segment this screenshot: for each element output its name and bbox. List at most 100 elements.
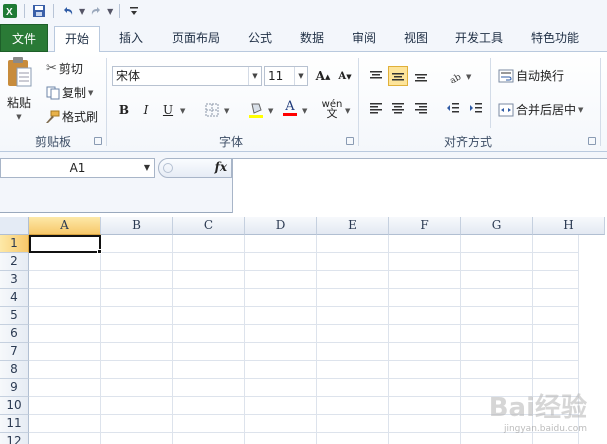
cell-a8[interactable]	[29, 361, 101, 379]
cell-b3[interactable]	[101, 271, 173, 289]
cell-b2[interactable]	[101, 253, 173, 271]
cell-e9[interactable]	[317, 379, 389, 397]
tab-formulas[interactable]: 公式	[237, 26, 283, 52]
font-size-dropdown-icon[interactable]: ▼	[294, 67, 307, 85]
cell-e4[interactable]	[317, 289, 389, 307]
cell-g3[interactable]	[461, 271, 533, 289]
cell-d6[interactable]	[245, 325, 317, 343]
cell-d10[interactable]	[245, 397, 317, 415]
align-center-icon[interactable]	[388, 98, 408, 118]
redo-dropdown-icon[interactable]: ▼	[107, 7, 113, 16]
cell-h3[interactable]	[533, 271, 579, 289]
cell-d12[interactable]	[245, 433, 317, 444]
cell-g6[interactable]	[461, 325, 533, 343]
tab-data[interactable]: 数据	[289, 26, 335, 52]
row-header-11[interactable]: 11	[0, 415, 29, 433]
phonetic-dropdown-icon[interactable]: ▼	[345, 107, 350, 115]
cell-a11[interactable]	[29, 415, 101, 433]
cell-f10[interactable]	[389, 397, 461, 415]
cell-g5[interactable]	[461, 307, 533, 325]
fill-color-icon[interactable]	[246, 100, 266, 120]
column-header-b[interactable]: B	[101, 217, 173, 235]
cell-e1[interactable]	[317, 235, 389, 253]
font-color-dropdown-icon[interactable]: ▼	[302, 107, 307, 115]
name-box[interactable]: A1 ▼	[0, 158, 155, 178]
align-top-icon[interactable]	[366, 66, 386, 86]
cell-c12[interactable]	[173, 433, 245, 444]
undo-dropdown-icon[interactable]: ▼	[79, 7, 85, 16]
tab-page-layout[interactable]: 页面布局	[164, 26, 228, 52]
cell-h2[interactable]	[533, 253, 579, 271]
cell-e2[interactable]	[317, 253, 389, 271]
cell-c5[interactable]	[173, 307, 245, 325]
cell-h7[interactable]	[533, 343, 579, 361]
active-cell-outline[interactable]	[29, 235, 101, 253]
cell-d7[interactable]	[245, 343, 317, 361]
cell-b6[interactable]	[101, 325, 173, 343]
increase-indent-icon[interactable]	[466, 98, 486, 118]
cell-d2[interactable]	[245, 253, 317, 271]
orientation-icon[interactable]: ab	[446, 66, 466, 86]
paste-button[interactable]: 粘贴 ▼	[4, 56, 34, 121]
cell-d9[interactable]	[245, 379, 317, 397]
clipboard-launcher-icon[interactable]	[94, 137, 102, 145]
cell-e8[interactable]	[317, 361, 389, 379]
cell-e11[interactable]	[317, 415, 389, 433]
row-header-4[interactable]: 4	[0, 289, 29, 307]
cell-g12[interactable]	[461, 433, 533, 444]
formula-input[interactable]	[232, 158, 607, 213]
align-middle-icon[interactable]	[388, 66, 408, 86]
column-header-c[interactable]: C	[173, 217, 245, 235]
cell-a12[interactable]	[29, 433, 101, 444]
row-header-6[interactable]: 6	[0, 325, 29, 343]
cell-f6[interactable]	[389, 325, 461, 343]
redo-icon[interactable]	[88, 3, 104, 19]
cell-d3[interactable]	[245, 271, 317, 289]
row-header-1[interactable]: 1	[0, 235, 29, 253]
save-icon[interactable]	[31, 3, 47, 19]
cell-c10[interactable]	[173, 397, 245, 415]
cell-b11[interactable]	[101, 415, 173, 433]
tab-home[interactable]: 开始	[54, 26, 100, 53]
border-dropdown-icon[interactable]: ▼	[224, 107, 229, 115]
row-header-12[interactable]: 12	[0, 433, 29, 444]
cell-a10[interactable]	[29, 397, 101, 415]
tab-view[interactable]: 视图	[393, 26, 439, 52]
cell-b8[interactable]	[101, 361, 173, 379]
cell-h12[interactable]	[533, 433, 579, 444]
column-header-d[interactable]: D	[245, 217, 317, 235]
underline-button[interactable]: U	[158, 100, 178, 120]
cut-button[interactable]: ✂ 剪切	[46, 60, 83, 77]
copy-dropdown-icon[interactable]: ▼	[88, 89, 93, 97]
fill-color-dropdown-icon[interactable]: ▼	[268, 107, 273, 115]
row-header-8[interactable]: 8	[0, 361, 29, 379]
underline-dropdown-icon[interactable]: ▼	[180, 107, 185, 115]
align-left-icon[interactable]	[366, 98, 386, 118]
cell-b12[interactable]	[101, 433, 173, 444]
bold-button[interactable]: B	[114, 100, 134, 120]
cell-b4[interactable]	[101, 289, 173, 307]
cell-f5[interactable]	[389, 307, 461, 325]
wrap-text-button[interactable]: 自动换行	[498, 67, 564, 84]
format-painter-button[interactable]: 格式刷	[44, 108, 98, 125]
cell-g2[interactable]	[461, 253, 533, 271]
cell-d1[interactable]	[245, 235, 317, 253]
cell-h8[interactable]	[533, 361, 579, 379]
row-header-9[interactable]: 9	[0, 379, 29, 397]
tab-insert[interactable]: 插入	[108, 26, 154, 52]
merge-center-button[interactable]: 合并后居中 ▼	[498, 101, 583, 118]
cell-g7[interactable]	[461, 343, 533, 361]
cell-h6[interactable]	[533, 325, 579, 343]
cell-c11[interactable]	[173, 415, 245, 433]
cell-a6[interactable]	[29, 325, 101, 343]
cell-b5[interactable]	[101, 307, 173, 325]
phonetic-guide-icon[interactable]: wén 文	[322, 99, 343, 120]
cell-f8[interactable]	[389, 361, 461, 379]
grow-font-icon[interactable]: A ▲	[313, 66, 333, 86]
cell-d5[interactable]	[245, 307, 317, 325]
select-all-corner[interactable]	[0, 217, 29, 235]
cell-h4[interactable]	[533, 289, 579, 307]
column-header-a[interactable]: A	[29, 217, 101, 235]
cell-e7[interactable]	[317, 343, 389, 361]
orientation-dropdown-icon[interactable]: ▼	[466, 73, 471, 81]
